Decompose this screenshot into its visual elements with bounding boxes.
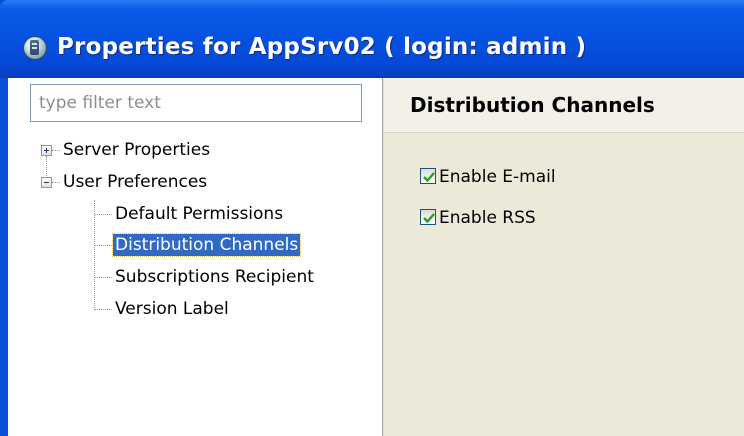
tree-item-server-properties[interactable]: Server Properties (63, 139, 210, 161)
expand-icon[interactable] (41, 145, 52, 156)
tree-connector (94, 200, 96, 310)
navigation-panel: Server Properties User Preferences Defau… (8, 78, 382, 436)
tree-connector (95, 214, 112, 216)
server-app-icon (23, 36, 47, 60)
checkmark-icon (423, 172, 435, 183)
page-title: Distribution Channels (410, 93, 655, 117)
tree-connector (95, 309, 112, 311)
enable-rss-checkbox[interactable] (420, 209, 436, 225)
filter-input[interactable] (31, 85, 361, 121)
page-header: Distribution Channels (384, 78, 744, 133)
tree-item-default-permissions[interactable]: Default Permissions (115, 203, 283, 225)
tree-item-subscriptions-recipient[interactable]: Subscriptions Recipient (115, 266, 314, 288)
tree-connector (52, 150, 60, 152)
enable-rss-label: Enable RSS (439, 208, 536, 228)
tree-item-user-preferences[interactable]: User Preferences (63, 171, 207, 193)
tree-connector (52, 182, 60, 184)
collapse-icon[interactable] (41, 177, 52, 188)
checkmark-icon (423, 213, 435, 224)
tree-connector (95, 277, 112, 279)
tree-connector (95, 245, 112, 247)
window-title: Properties for AppSrv02 ( login: admin ) (57, 34, 587, 60)
filter-field[interactable] (30, 84, 362, 122)
enable-email-checkbox[interactable] (420, 168, 436, 184)
tree-item-distribution-channels[interactable]: Distribution Channels (111, 233, 302, 257)
properties-window: Properties for AppSrv02 ( login: admin )… (0, 0, 744, 436)
enable-email-label: Enable E-mail (439, 167, 556, 187)
title-bar[interactable]: Properties for AppSrv02 ( login: admin ) (0, 0, 744, 78)
preference-page: Distribution Channels Enable E-mail Enab… (384, 78, 744, 436)
tree-item-version-label[interactable]: Version Label (115, 298, 229, 320)
